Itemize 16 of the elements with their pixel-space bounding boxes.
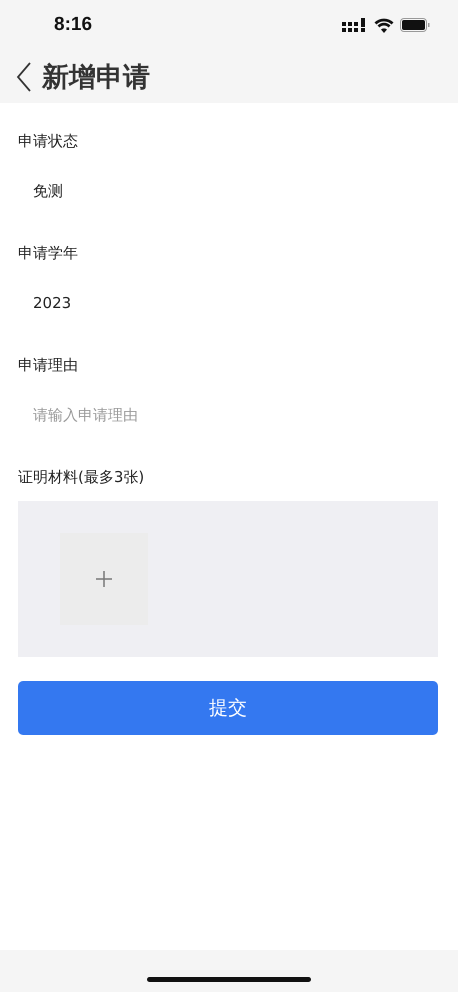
page-title: 新增申请 — [42, 60, 150, 94]
back-icon[interactable] — [16, 62, 32, 92]
plus-icon — [95, 570, 113, 588]
field-label: 证明材料(最多3张) — [18, 467, 146, 488]
field-value[interactable]: 2023 — [18, 289, 72, 317]
signal-icon — [342, 18, 368, 32]
field-label: 申请理由 — [18, 355, 79, 376]
field-label: 申请状态 — [18, 131, 79, 152]
field-value[interactable]: 免测 — [18, 177, 63, 205]
input-field[interactable]: 请输入申请理由 — [18, 401, 333, 429]
submit-button[interactable]: 提交 — [18, 681, 438, 735]
field-label: 申请学年 — [18, 243, 79, 264]
status-time: 8:16 — [54, 14, 92, 36]
battery-icon — [400, 18, 430, 32]
home-indicator[interactable] — [147, 976, 311, 982]
wifi-icon — [374, 18, 394, 32]
